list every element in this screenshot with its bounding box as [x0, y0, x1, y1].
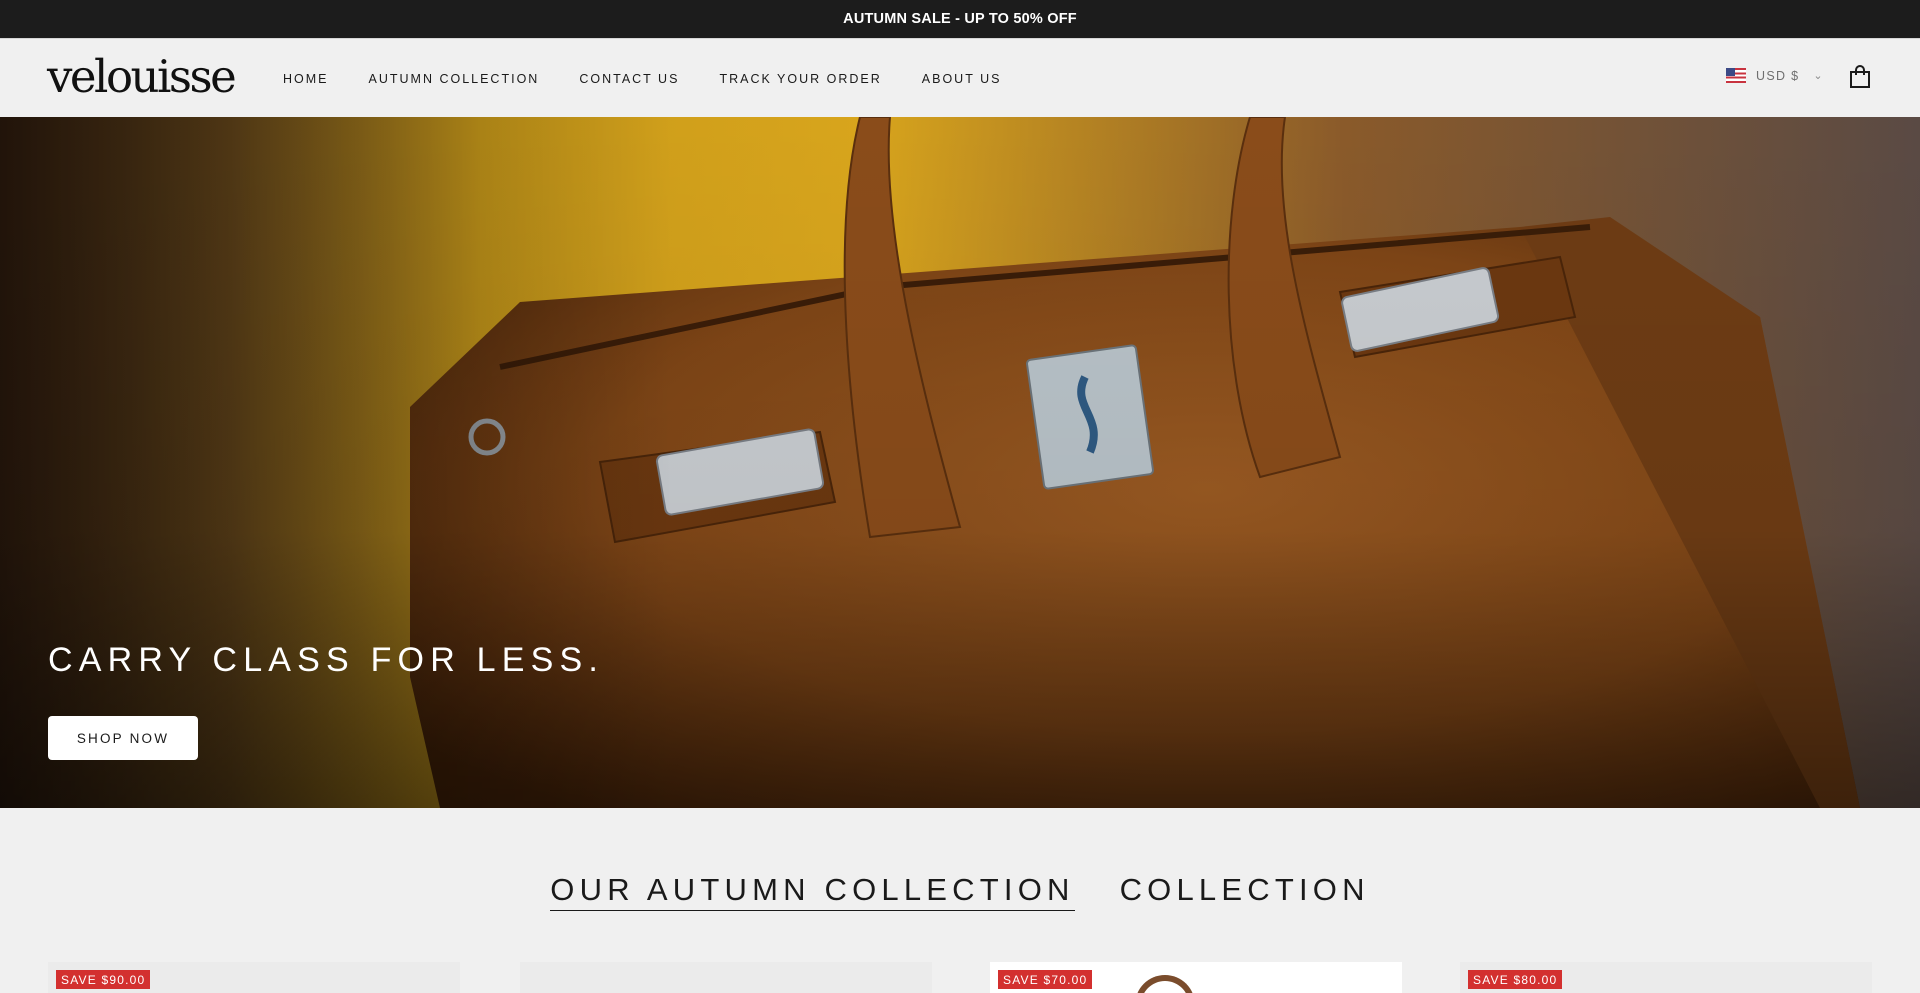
currency-label: USD $: [1756, 68, 1800, 83]
nav-item-home[interactable]: HOME: [283, 72, 329, 86]
suede-handbag-image: [0, 117, 1920, 808]
shopping-bag-icon[interactable]: [1849, 65, 1871, 89]
hero-banner: CARRY CLASS FOR LESS. SHOP NOW: [0, 117, 1920, 808]
nav-item-track-your-order[interactable]: TRACK YOUR ORDER: [719, 72, 881, 86]
nav-item-contact-us[interactable]: CONTACT US: [579, 72, 679, 86]
product-card[interactable]: SAVE $70.00: [990, 962, 1402, 993]
store-logo[interactable]: velouisse: [47, 53, 237, 101]
announcement-bar: AUTUMN SALE - UP TO 50% OFF: [0, 0, 1920, 38]
nav-item-about-us[interactable]: ABOUT US: [922, 72, 1002, 86]
site-header: velouisse HOME AUTUMN COLLECTION CONTACT…: [0, 38, 1920, 117]
tab-our-autumn-collection[interactable]: OUR AUTUMN COLLECTION: [550, 872, 1075, 911]
product-card[interactable]: [520, 962, 932, 993]
shop-now-button[interactable]: SHOP NOW: [48, 716, 198, 760]
currency-selector[interactable]: USD $ ⌄: [1726, 68, 1824, 83]
hero-title: CARRY CLASS FOR LESS.: [48, 641, 604, 679]
chevron-down-icon: ⌄: [1813, 70, 1824, 82]
product-grid: SAVE $90.00 SAVE $70.00 SAVE $80.00: [48, 962, 1872, 993]
collection-tabs: OUR AUTUMN COLLECTION COLLECTION: [0, 872, 1920, 911]
sale-badge: SAVE $70.00: [998, 970, 1093, 989]
us-flag-icon: [1726, 68, 1746, 83]
sale-badge: SAVE $90.00: [56, 970, 151, 989]
product-card[interactable]: SAVE $90.00: [48, 962, 460, 993]
nav-item-autumn-collection[interactable]: AUTUMN COLLECTION: [369, 72, 540, 86]
product-image: [1135, 975, 1195, 993]
announcement-text: AUTUMN SALE - UP TO 50% OFF: [843, 11, 1077, 27]
product-card[interactable]: SAVE $80.00: [1460, 962, 1872, 993]
tab-collection[interactable]: COLLECTION: [1120, 872, 1370, 911]
main-nav: HOME AUTUMN COLLECTION CONTACT US TRACK …: [283, 39, 1041, 118]
sale-badge: SAVE $80.00: [1468, 970, 1563, 989]
